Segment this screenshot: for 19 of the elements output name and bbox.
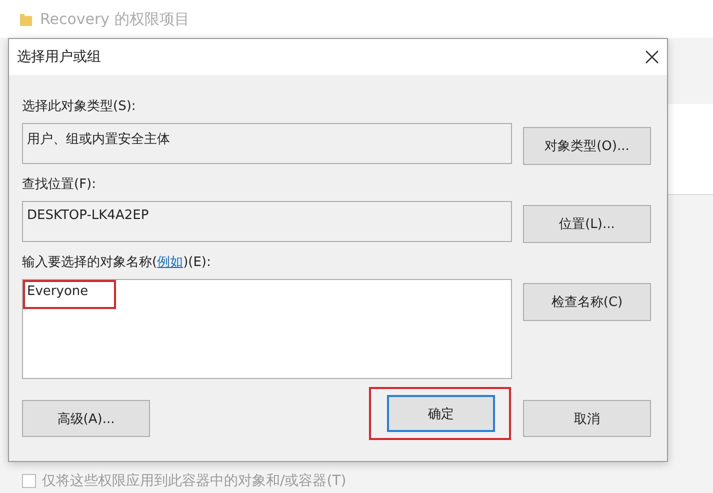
window-title: Recovery 的权限项目 [40, 10, 190, 28]
close-icon[interactable] [645, 50, 659, 64]
folder-icon [20, 12, 32, 26]
field-label: 选择此对象类型(S): [22, 98, 137, 116]
names-field[interactable]: Everyone [22, 279, 512, 379]
locations-button[interactable]: 位置(L)... [523, 205, 651, 243]
object-type-field: 用户、组或内置安全主体 [22, 123, 512, 164]
dialog-title: 选择用户或组 [17, 48, 101, 66]
object-types-button[interactable]: 对象类型(O)... [523, 127, 651, 165]
checkbox-label: 仅将这些权限应用到此容器中的对象和/或容器(T) [42, 472, 346, 490]
check-names-button[interactable]: 检查名称(C) [523, 283, 651, 321]
ok-button[interactable]: 确定 [387, 395, 495, 432]
examples-link[interactable]: 例如 [157, 255, 184, 270]
field-label: 查找位置(F): [22, 176, 98, 194]
cancel-button[interactable]: 取消 [523, 400, 651, 437]
field-label: 输入要选择的对象名称(例如)(E): [22, 254, 212, 272]
name-value: Everyone [27, 284, 88, 299]
advanced-button[interactable]: 高级(A)... [22, 400, 150, 437]
location-field: DESKTOP-LK4A2EP [22, 201, 512, 242]
